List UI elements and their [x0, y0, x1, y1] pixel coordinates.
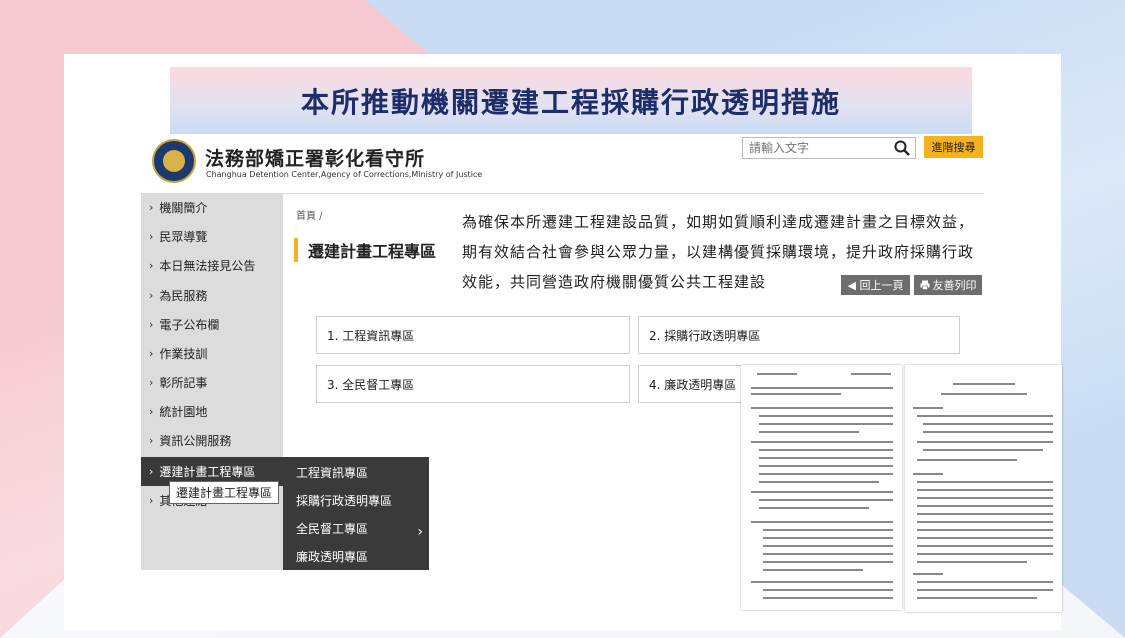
chevron-right-icon: › [149, 259, 154, 272]
submenu-item-public-supervision[interactable]: 全民督工專區 [296, 520, 368, 537]
sidebar-item-training[interactable]: › 作業技訓 [141, 339, 283, 368]
printer-icon [920, 280, 929, 290]
category-engineering-info[interactable]: 1. 工程資訊專區 [316, 316, 630, 354]
chevron-right-icon: › [149, 494, 154, 507]
category-procurement[interactable]: 2. 採購行政透明專區 [638, 316, 960, 354]
sidebar-item-info-disclosure[interactable]: › 資訊公開服務 [141, 426, 283, 455]
sidebar-tooltip: 遷建計畫工程專區 [169, 481, 280, 504]
sidebar-item-visit-notice[interactable]: › 本日無法接見公告 [141, 251, 283, 280]
search-icon[interactable] [894, 140, 910, 156]
chevron-right-icon: › [149, 318, 154, 331]
chevron-right-icon: › [149, 347, 154, 360]
relocation-submenu: 工程資訊專區 採購行政透明專區 全民督工專區 › 廉政透明專區 [283, 457, 429, 570]
chevron-right-icon: › [149, 465, 154, 478]
page-title: 遷建計畫工程專區 [294, 238, 436, 262]
chevron-right-icon: › [149, 201, 154, 214]
search-input[interactable] [742, 137, 916, 159]
slide-title: 本所推動機關遷建工程採購行政透明措施 [300, 85, 841, 119]
chevron-right-icon: › [149, 230, 154, 243]
submenu-item-integrity[interactable]: 廉政透明專區 [296, 548, 368, 565]
chevron-right-icon: › [149, 376, 154, 389]
org-name-en: Changhua Detention Center,Agency of Corr… [206, 170, 483, 179]
chevron-right-icon: › [149, 405, 154, 418]
submenu-item-engineering-info[interactable]: 工程資訊專區 [296, 464, 368, 481]
sidebar-menu: › 機關簡介 › 民眾導覽 › 本日無法接見公告 › 為民服務 › 電子公布欄 › 作業技訓… [141, 193, 283, 570]
breadcrumb[interactable]: 首頁 / [296, 207, 323, 222]
back-button[interactable]: ◀ 回上一頁 [841, 275, 910, 295]
slide-title-banner: 本所推動機關遷建工程採購行政透明措施 [170, 67, 972, 134]
sidebar-item-statistics[interactable]: › 統計園地 [141, 397, 283, 426]
chevron-right-icon: › [417, 524, 423, 540]
sidebar-item-services[interactable]: › 為民服務 [141, 281, 283, 310]
org-name[interactable]: 法務部矯正署彰化看守所 [205, 144, 425, 171]
chevron-right-icon: › [149, 434, 154, 447]
document-image-official-letter [741, 365, 902, 610]
sidebar-item-guide[interactable]: › 民眾導覽 [141, 222, 283, 251]
chevron-right-icon: › [149, 289, 154, 302]
agency-logo[interactable] [152, 139, 196, 183]
sidebar-item-about[interactable]: › 機關簡介 [141, 193, 283, 222]
advanced-search-button[interactable]: 進階搜尋 [924, 136, 983, 158]
submenu-item-procurement[interactable]: 採購行政透明專區 [296, 492, 392, 509]
category-public-supervision[interactable]: 3. 全民督工專區 [316, 365, 630, 403]
sidebar-item-news[interactable]: › 彰所記事 [141, 368, 283, 397]
category-integrity[interactable]: 4. 廉政透明專區 [638, 365, 748, 403]
print-button[interactable]: 友善列印 [914, 275, 982, 295]
sidebar-item-bulletin[interactable]: › 電子公布欄 [141, 310, 283, 339]
document-image-procedure [905, 365, 1062, 612]
